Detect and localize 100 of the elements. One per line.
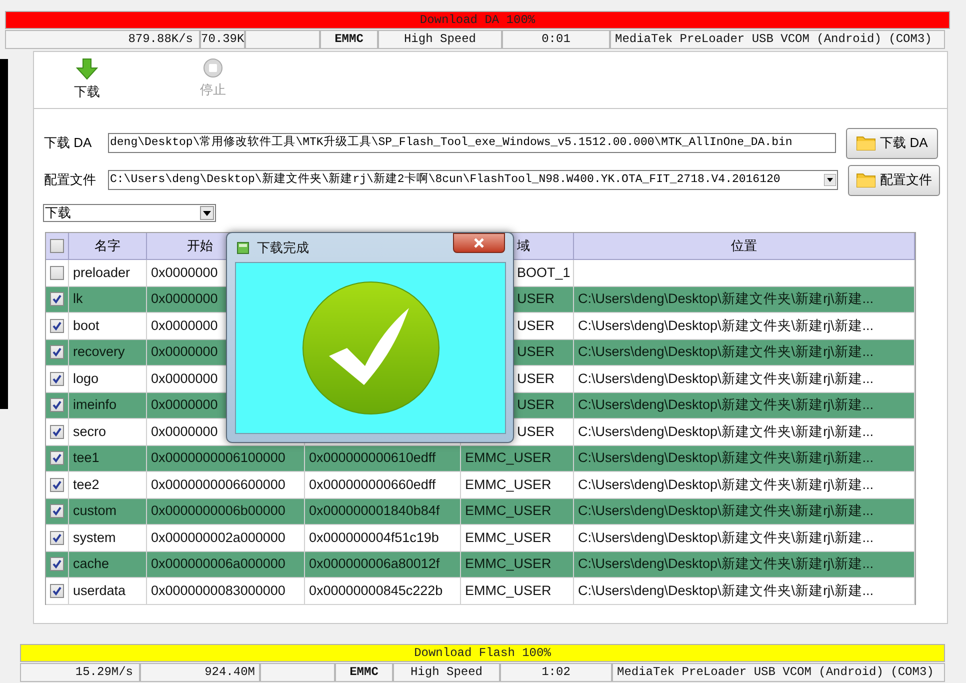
checkbox[interactable] bbox=[50, 239, 64, 253]
table-cell-text: 0x0000000 bbox=[151, 264, 218, 282]
table-cell-text: lk bbox=[73, 290, 83, 308]
elapsed-time: 0:01 bbox=[502, 30, 610, 49]
table-cell-text: EMMC_USER bbox=[465, 528, 552, 547]
table-cell-text: logo bbox=[73, 370, 99, 388]
table-cell-text: 0x00000000845c222b bbox=[309, 582, 443, 600]
table-cell-text: C:\Users\deng\Desktop\新建文件夹\新建rj\新建... bbox=[578, 449, 874, 468]
table-cell-text: 0x000000004f51c19b bbox=[309, 528, 439, 547]
table-cell-text: 0x0000000 bbox=[151, 370, 218, 388]
table-cell-text: custom bbox=[73, 502, 117, 520]
download-button[interactable]: 下载 bbox=[74, 58, 100, 100]
table-cell-text: C:\Users\deng\Desktop\新建文件夹\新建rj\新建... bbox=[578, 396, 874, 414]
column-header[interactable]: 域 bbox=[517, 236, 530, 256]
mode-dropdown[interactable]: 下载 bbox=[43, 204, 216, 222]
checkbox[interactable] bbox=[50, 478, 64, 492]
table-cell-text: 0x0000000 bbox=[151, 343, 218, 362]
table-cell-text: USER bbox=[517, 290, 555, 308]
table-cell-text: C:\Users\deng\Desktop\新建文件夹\新建rj\新建... bbox=[578, 528, 874, 547]
folder-icon bbox=[856, 172, 876, 188]
table-cell-text: 0x000000001840b84f bbox=[309, 502, 440, 520]
checkbox[interactable] bbox=[50, 504, 64, 518]
table-cell-text: C:\Users\deng\Desktop\新建文件夹\新建rj\新建... bbox=[578, 476, 874, 494]
table-cell-text: 0x0000000 bbox=[151, 396, 218, 414]
table-cell-text: 0x0000000 bbox=[151, 422, 218, 441]
speed-text: 15.29M/s bbox=[20, 663, 140, 682]
elapsed-time: 1:02 bbox=[500, 663, 612, 682]
table-cell-text: EMMC_USER bbox=[465, 555, 552, 574]
table-cell-text: recovery bbox=[73, 343, 125, 362]
table-cell-text: imeinfo bbox=[73, 396, 117, 414]
close-button[interactable] bbox=[453, 233, 505, 253]
scatter-path-field[interactable]: C:\Users\deng\Desktop\新建文件夹\新建rj\新建2卡啊\8cun\FlashTool_N98.W400.YK.OTA_FIT_2718.V4.2016120 bbox=[108, 170, 838, 190]
checkbox[interactable] bbox=[50, 530, 64, 545]
table-cell-text: secro bbox=[73, 422, 106, 441]
speed-mode: High Speed bbox=[378, 30, 502, 49]
table-cell-text: preloader bbox=[73, 264, 130, 282]
table-cell-text: USER bbox=[517, 343, 555, 362]
checkbox[interactable] bbox=[50, 345, 64, 360]
close-icon bbox=[473, 238, 485, 248]
table-cell-text: 0x0000000006b00000 bbox=[151, 502, 286, 520]
checkbox[interactable] bbox=[50, 266, 64, 280]
table-cell-text: C:\Users\deng\Desktop\新建文件夹\新建rj\新建... bbox=[578, 316, 874, 335]
dialog-title: 下载完成 bbox=[257, 238, 309, 257]
progress-text: Download Flash 100% bbox=[414, 645, 551, 661]
table-cell-text: C:\Users\deng\Desktop\新建文件夹\新建rj\新建... bbox=[578, 290, 874, 308]
size-text: 924.40M bbox=[140, 663, 260, 682]
table-cell-text: 0x000000000660edff bbox=[309, 476, 436, 494]
device-name: MediaTek PreLoader USB VCOM (Android) (COM3) bbox=[612, 663, 945, 682]
device-name: MediaTek PreLoader USB VCOM (Android) (COM3) bbox=[610, 30, 945, 49]
table-cell-text: 0x000000006a80012f bbox=[309, 555, 440, 574]
scatter-path-button[interactable]: 配置文件 bbox=[848, 164, 940, 196]
table-cell-text: C:\Users\deng\Desktop\新建文件夹\新建rj\新建... bbox=[578, 422, 874, 441]
folder-icon bbox=[856, 135, 876, 151]
table-cell-text: C:\Users\deng\Desktop\新建文件夹\新建rj\新建... bbox=[578, 582, 874, 600]
speed-text: 879.88K/s bbox=[5, 30, 200, 49]
app-icon bbox=[237, 242, 249, 254]
checkbox[interactable] bbox=[50, 584, 64, 598]
column-header[interactable]: 开始 bbox=[147, 236, 213, 256]
storage-type: EMMC bbox=[335, 663, 393, 682]
scatter-path-label: 配置文件 bbox=[44, 171, 97, 190]
storage-type: EMMC bbox=[320, 30, 378, 49]
table-cell-text: system bbox=[73, 528, 116, 547]
table-cell-text: 0x0000000006100000 bbox=[151, 449, 286, 468]
checkbox[interactable] bbox=[50, 424, 64, 439]
table-cell-text: EMMC_USER bbox=[465, 476, 552, 494]
table-cell-text: C:\Users\deng\Desktop\新建文件夹\新建rj\新建... bbox=[578, 555, 874, 574]
table-cell-text: 0x0000000083000000 bbox=[151, 582, 286, 600]
table-cell-text: USER bbox=[517, 422, 555, 441]
da-path-button[interactable]: 下载 DA bbox=[846, 128, 938, 158]
column-header[interactable]: 名字 bbox=[94, 236, 120, 256]
table-cell-text: 0x0000000006600000 bbox=[151, 476, 286, 494]
column-header[interactable]: 位置 bbox=[731, 236, 757, 256]
size-text: 70.39K bbox=[200, 30, 245, 49]
table-cell-text: 0x000000006a000000 bbox=[151, 555, 286, 574]
table-cell-text: 0x0000000 bbox=[151, 316, 218, 335]
table-cell-text: EMMC_USER bbox=[465, 502, 552, 520]
table-cell-text: USER bbox=[517, 316, 555, 335]
checkbox[interactable] bbox=[50, 451, 64, 466]
da-path-label: 下载 DA bbox=[44, 134, 93, 152]
down-arrow-icon bbox=[76, 58, 98, 80]
table-cell-text: USER bbox=[517, 396, 555, 414]
table-cell-text: EMMC_USER bbox=[465, 582, 552, 600]
table-cell-text: 0x000000000610edff bbox=[309, 449, 436, 468]
table-cell-text: C:\Users\deng\Desktop\新建文件夹\新建rj\新建... bbox=[578, 502, 874, 520]
da-path-field[interactable]: deng\Desktop\常用修改软件工具\MTK升级工具\SP_Flash_Tool_exe_Windows_v5.1512.00.000\MTK_AllInOne_DA.bin bbox=[108, 133, 836, 153]
speed-mode: High Speed bbox=[393, 663, 500, 682]
table-cell-text: EMMC_USER bbox=[465, 449, 552, 468]
table-cell-text: tee2 bbox=[73, 476, 100, 494]
dropdown-arrow-icon bbox=[824, 174, 836, 186]
table-cell-text: USER bbox=[517, 370, 555, 388]
table-cell-text: BOOT_1 bbox=[517, 264, 570, 282]
table-cell-text: 0x000000002a000000 bbox=[151, 528, 286, 547]
checkbox[interactable] bbox=[50, 372, 64, 386]
table-cell-text: C:\Users\deng\Desktop\新建文件夹\新建rj\新建... bbox=[578, 343, 874, 362]
table-cell-text: tee1 bbox=[73, 449, 100, 468]
progress-text: Download DA 100% bbox=[420, 12, 536, 28]
checkbox[interactable] bbox=[50, 318, 64, 333]
checkbox[interactable] bbox=[50, 398, 64, 412]
checkbox[interactable] bbox=[50, 292, 64, 306]
checkbox[interactable] bbox=[50, 557, 64, 572]
